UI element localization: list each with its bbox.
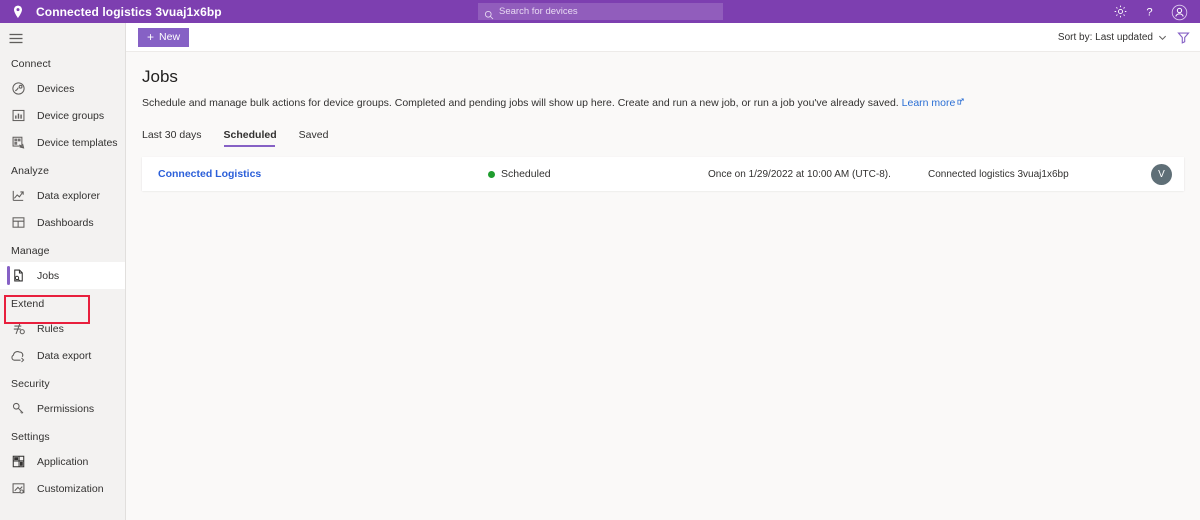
sidebar-item-label: Permissions — [37, 402, 95, 415]
sidebar-item-data-explorer[interactable]: Data explorer — [0, 182, 125, 209]
devices-icon — [11, 81, 26, 96]
command-bar: + New Sort by: Last updated — [126, 23, 1200, 52]
question-mark-icon[interactable]: ? — [1142, 4, 1157, 19]
sidebar-item-label: Dashboards — [37, 216, 94, 229]
status-label: Scheduled — [501, 168, 551, 181]
plus-icon: + — [147, 30, 155, 44]
job-device-group: Connected logistics 3vuaj1x6bp — [928, 168, 1069, 180]
permissions-key-icon — [11, 401, 26, 416]
search-icon — [484, 7, 494, 19]
avatar: V — [1151, 163, 1172, 185]
sidebar-item-application[interactable]: Application — [0, 448, 125, 475]
data-explorer-icon — [11, 188, 26, 203]
new-job-button[interactable]: + New — [138, 27, 190, 47]
tab-saved[interactable]: Saved — [299, 125, 339, 147]
command-bar-right: Sort by: Last updated — [1058, 31, 1190, 44]
sidebar-item-devices[interactable]: Devices — [0, 75, 125, 102]
global-search[interactable] — [478, 3, 723, 20]
hamburger-menu-icon[interactable] — [0, 23, 126, 49]
sidebar-item-permissions[interactable]: Permissions — [0, 395, 125, 422]
status-dot-icon — [488, 170, 495, 178]
status-badge: Scheduled — [488, 168, 708, 180]
top-app-bar: Connected logistics 3vuaj1x6bp ? — [0, 0, 1200, 23]
table-row[interactable]: Connected Logistics Scheduled Once on 1/… — [142, 157, 1184, 192]
device-templates-icon — [11, 135, 26, 150]
jobs-icon — [11, 268, 26, 283]
dashboards-icon — [11, 215, 26, 230]
sidebar-item-label: Devices — [37, 82, 75, 95]
page-title: Jobs — [142, 67, 178, 86]
tab-scheduled[interactable]: Scheduled — [223, 125, 287, 148]
nav-group-security: Security — [11, 378, 50, 390]
main-content: + New Sort by: Last updated Jobs Schedul… — [126, 23, 1200, 520]
account-avatar-icon[interactable] — [1171, 4, 1188, 21]
location-pin-icon — [10, 4, 26, 20]
learn-more-link[interactable]: Learn more — [902, 97, 956, 109]
tab-last-30-days[interactable]: Last 30 days — [142, 125, 212, 147]
device-groups-icon — [11, 108, 26, 123]
gear-icon[interactable] — [1113, 4, 1128, 19]
sidebar-item-dashboards[interactable]: Dashboards — [0, 209, 125, 236]
filter-funnel-icon[interactable] — [1177, 31, 1190, 44]
nav-group-extend: Extend — [11, 298, 45, 310]
sidebar-item-device-groups[interactable]: Device groups — [0, 102, 125, 129]
sort-by-dropdown[interactable]: Sort by: Last updated — [1058, 32, 1167, 43]
new-job-button-label: New — [159, 31, 181, 43]
svg-text:?: ? — [1146, 6, 1152, 18]
sidebar-item-label: Jobs — [37, 269, 60, 282]
sidebar-item-label: Customization — [37, 482, 104, 495]
page-description: Schedule and manage bulk actions for dev… — [142, 95, 1200, 110]
page-description-text: Schedule and manage bulk actions for dev… — [142, 97, 899, 109]
data-export-icon — [11, 348, 26, 363]
topbar-brand[interactable]: Connected logistics 3vuaj1x6bp — [0, 4, 222, 20]
rules-icon — [11, 321, 26, 336]
sidebar-item-label: Device templates — [37, 136, 118, 149]
nav-group-manage: Manage — [11, 245, 50, 257]
jobs-page: Jobs Schedule and manage bulk actions fo… — [126, 52, 1200, 192]
job-name-link[interactable]: Connected Logistics — [158, 168, 488, 180]
sidebar-item-label: Device groups — [37, 109, 105, 122]
jobs-tabs: Last 30 days Scheduled Saved — [142, 125, 1200, 148]
nav-group-settings: Settings — [11, 431, 50, 443]
sidebar-item-label: Data explorer — [37, 189, 101, 202]
sidebar-item-label: Data export — [37, 349, 92, 362]
sidebar-item-data-export[interactable]: Data export — [0, 342, 125, 369]
sidebar-item-jobs[interactable]: Jobs — [0, 262, 125, 289]
external-link-icon — [957, 95, 965, 105]
sort-by-label: Sort by: Last updated — [1057, 31, 1153, 43]
application-icon — [11, 454, 26, 469]
topbar-actions: ? — [1113, 0, 1194, 23]
nav-group-analyze: Analyze — [11, 165, 50, 177]
app-title: Connected logistics 3vuaj1x6bp — [36, 4, 222, 19]
sidebar-item-rules[interactable]: Rules — [0, 315, 125, 342]
customization-icon — [11, 481, 26, 496]
search-input[interactable] — [499, 6, 699, 17]
jobs-list: Connected Logistics Scheduled Once on 1/… — [142, 157, 1200, 192]
job-schedule: Once on 1/29/2022 at 10:00 AM (UTC-8). — [708, 168, 891, 180]
sidebar-item-customization[interactable]: Customization — [0, 475, 125, 502]
left-navigation: Connect Devices Device groups Device tem… — [0, 23, 126, 520]
chevron-down-icon — [1158, 33, 1167, 42]
nav-group-connect: Connect — [11, 58, 51, 70]
sidebar-item-device-templates[interactable]: Device templates — [0, 129, 125, 156]
sidebar-item-label: Application — [37, 455, 89, 468]
sidebar-item-label: Rules — [37, 322, 64, 335]
